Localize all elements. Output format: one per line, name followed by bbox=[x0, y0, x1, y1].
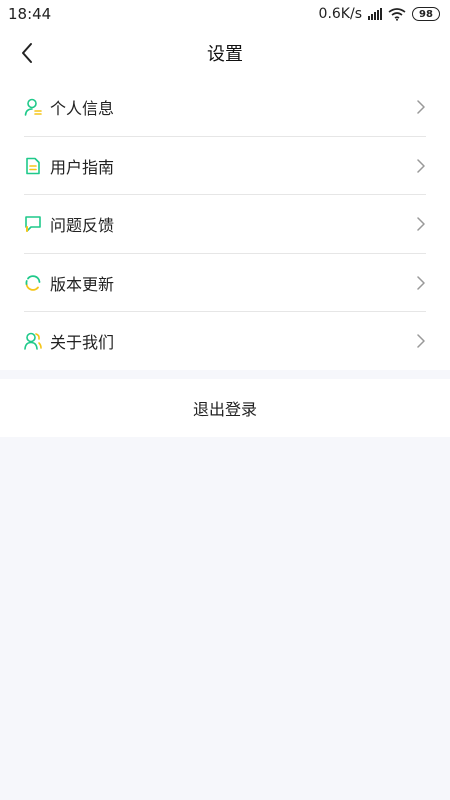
menu-item-label: 关于我们 bbox=[50, 333, 115, 353]
chat-bubble-icon bbox=[25, 216, 41, 233]
menu-item-label: 个人信息 bbox=[50, 99, 115, 119]
signal-icon bbox=[368, 8, 382, 20]
logout-label: 退出登录 bbox=[192, 400, 257, 419]
status-time: 18:44 bbox=[8, 5, 52, 23]
status-bar: 18:44 0.6K/s 98 bbox=[0, 0, 450, 28]
menu-item-about-us[interactable]: 关于我们 bbox=[0, 312, 450, 371]
logout-button[interactable]: 退出登录 bbox=[0, 379, 450, 437]
header: 设置 bbox=[0, 28, 450, 78]
status-indicators: 0.6K/s 98 bbox=[319, 6, 440, 22]
network-speed: 0.6K/s bbox=[318, 6, 362, 22]
user-profile-icon bbox=[24, 98, 42, 117]
battery-icon: 98 bbox=[412, 7, 440, 21]
menu-item-user-guide[interactable]: 用户指南 bbox=[0, 137, 450, 196]
chevron-right-icon bbox=[417, 276, 425, 290]
menu-item-label: 版本更新 bbox=[50, 274, 115, 294]
refresh-icon bbox=[25, 274, 41, 291]
chevron-right-icon bbox=[417, 100, 425, 114]
users-icon bbox=[24, 332, 42, 351]
menu-item-version-update[interactable]: 版本更新 bbox=[0, 254, 450, 313]
wifi-icon bbox=[388, 8, 406, 21]
back-button[interactable] bbox=[12, 38, 42, 68]
chevron-right-icon bbox=[417, 334, 425, 348]
document-icon bbox=[26, 157, 40, 175]
chevron-right-icon bbox=[417, 217, 425, 231]
menu-item-feedback[interactable]: 问题反馈 bbox=[0, 195, 450, 254]
menu-item-label: 问题反馈 bbox=[50, 216, 115, 236]
settings-menu: 个人信息 用户指南 问题反馈 版本更新 关于我们 bbox=[0, 78, 450, 370]
menu-item-label: 用户指南 bbox=[50, 157, 115, 177]
menu-item-personal-info[interactable]: 个人信息 bbox=[0, 78, 450, 137]
page-title: 设置 bbox=[207, 44, 243, 65]
chevron-right-icon bbox=[417, 159, 425, 173]
chevron-left-icon bbox=[22, 43, 32, 63]
